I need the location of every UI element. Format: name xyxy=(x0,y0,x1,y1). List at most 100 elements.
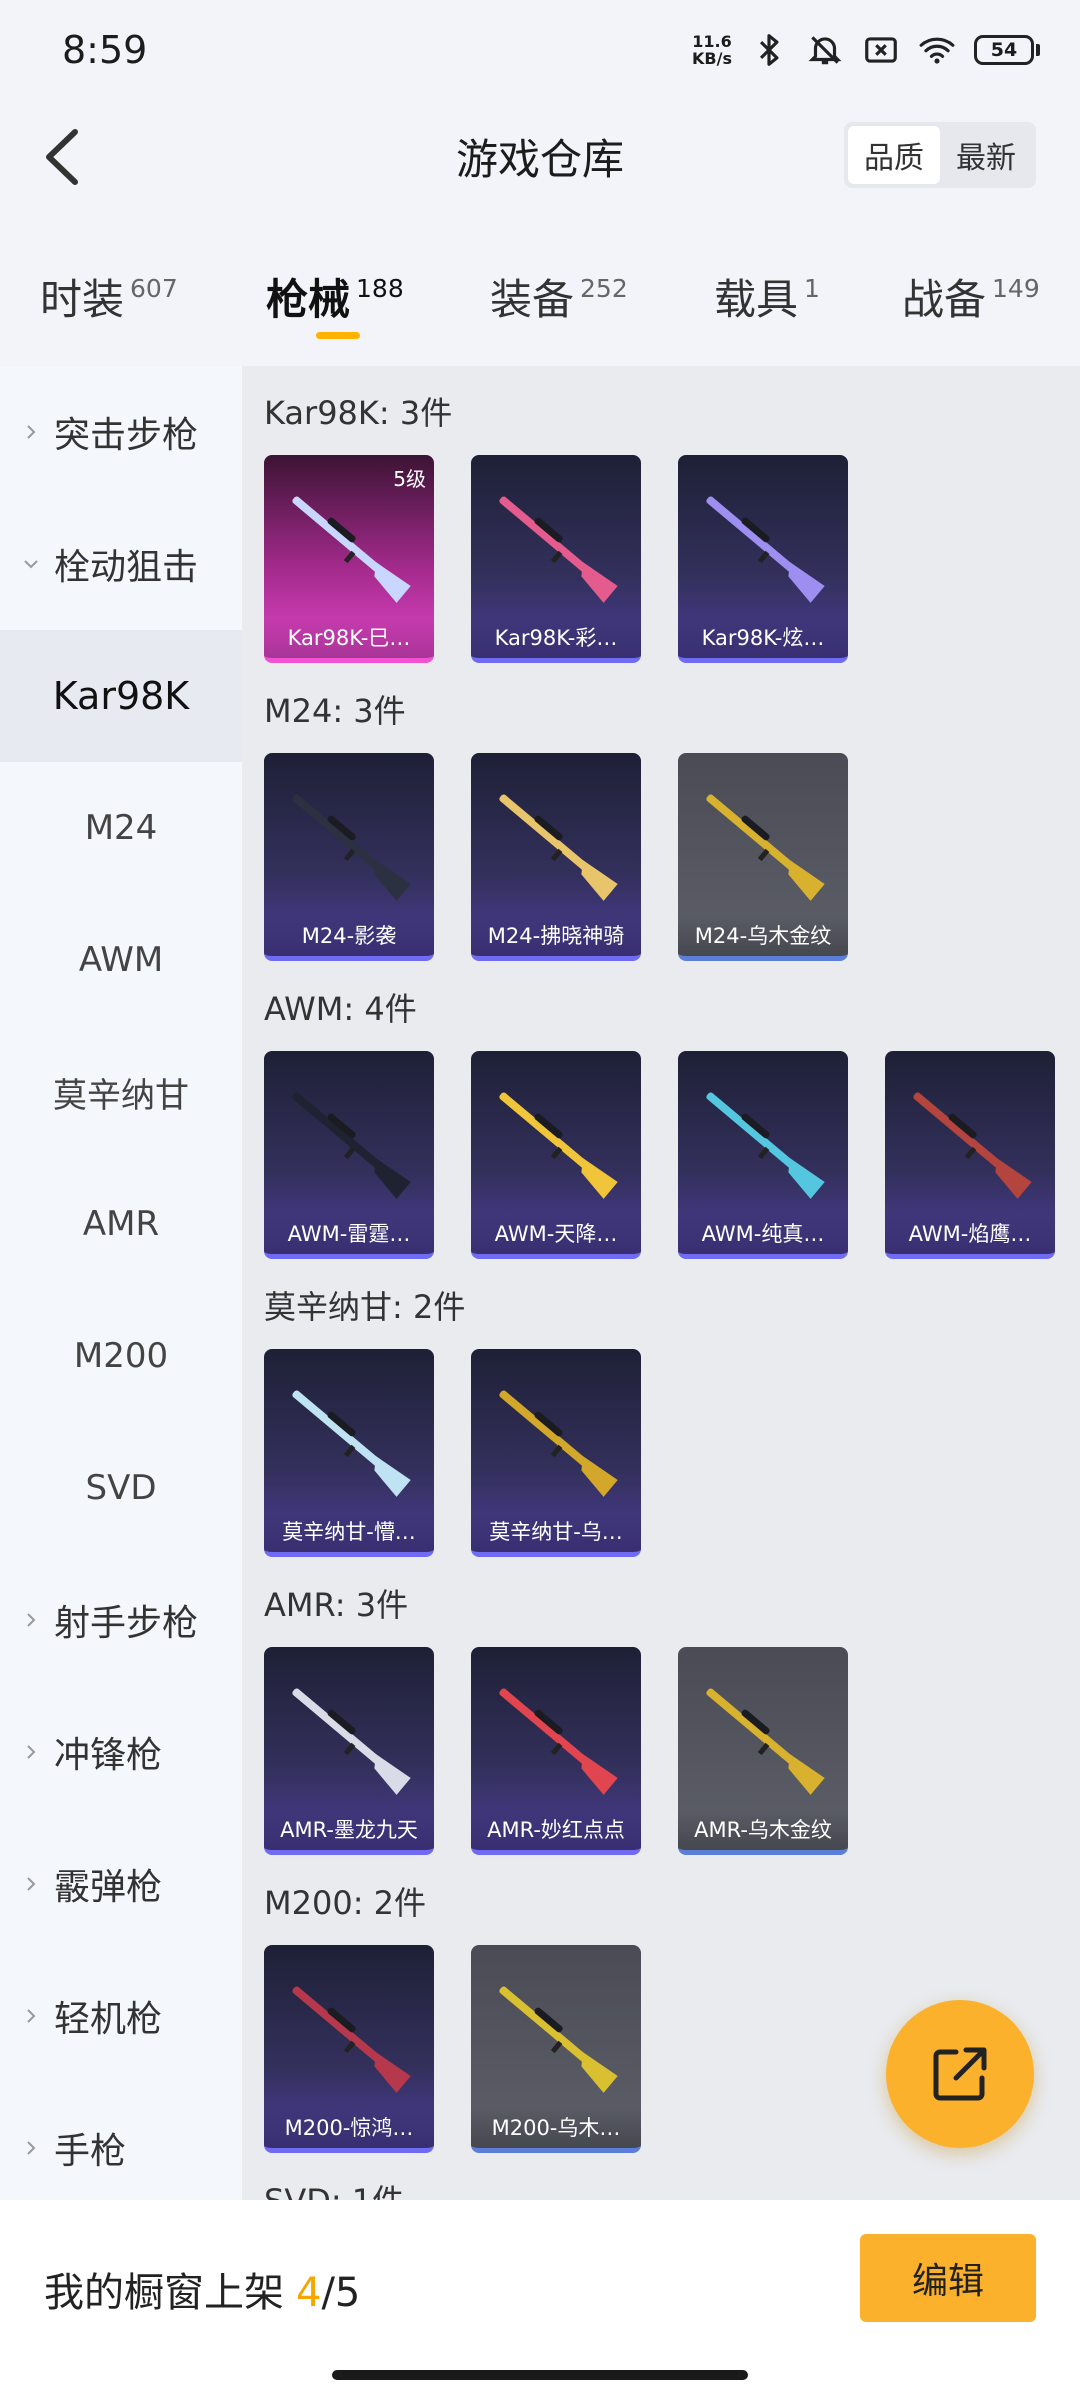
sidebar-item-awm[interactable]: AWM xyxy=(0,894,242,1026)
tab-vehicles[interactable]: 载具 1 xyxy=(714,266,820,327)
home-indicator[interactable] xyxy=(332,2370,748,2380)
showcase-current-count: 4 xyxy=(296,2270,322,2316)
weapon-skin-card[interactable]: AMR-乌木金纹 xyxy=(678,1647,848,1855)
group-title: 莫辛纳甘: 2件 xyxy=(264,1288,466,1326)
sort-quality-option[interactable]: 品质 xyxy=(848,126,940,184)
weapon-skin-card[interactable]: AWM-纯真… xyxy=(678,1051,848,1259)
sidebar-item-amr[interactable]: AMR xyxy=(0,1158,242,1290)
weapon-skin-name: M200-乌木… xyxy=(471,2108,641,2148)
sidebar-item-svd[interactable]: SVD xyxy=(0,1422,242,1554)
tab-count: 607 xyxy=(130,274,178,303)
tab-weapons[interactable]: 枪械 188 xyxy=(266,266,404,339)
showcase-total-count: /5 xyxy=(321,2270,361,2316)
share-icon xyxy=(933,2047,987,2101)
weapon-skin-card[interactable]: 5级 Kar98K-巳… xyxy=(264,455,434,663)
group-title: Kar98K: 3件 xyxy=(264,394,453,432)
title-bar: 游戏仓库 品质 最新 xyxy=(0,100,1080,215)
tab-label: 枪械 xyxy=(266,275,351,324)
rifle-icon xyxy=(499,1092,618,1199)
tab-equipment[interactable]: 装备 252 xyxy=(490,266,628,327)
weapon-skin-card[interactable]: AMR-墨龙九天 xyxy=(264,1647,434,1855)
weapon-skin-name: M24-影袭 xyxy=(264,916,434,956)
status-time: 8:59 xyxy=(62,28,148,72)
bluetooth-icon xyxy=(759,34,779,66)
weapon-skin-card[interactable]: Kar98K-炫… xyxy=(678,455,848,663)
rifle-icon xyxy=(706,1688,825,1795)
sidebar-item-label: M24 xyxy=(84,808,158,848)
weapon-skin-card[interactable]: M24-拂晓神骑 xyxy=(471,753,641,961)
sidebar-item-smg[interactable]: 冲锋枪 xyxy=(0,1686,242,1818)
status-icons: 11.6 KB/s 54 xyxy=(692,31,1040,69)
sidebar-item-lmg[interactable]: 轻机枪 xyxy=(0,1950,242,2082)
sidebar-item-shotgun[interactable]: 霰弹枪 xyxy=(0,1818,242,1950)
sidebar-item-m24[interactable]: M24 xyxy=(0,762,242,894)
weapon-skin-name: AWM-雷霆… xyxy=(264,1214,434,1254)
sidebar-item-label: AWM xyxy=(78,940,164,980)
weapon-skin-card[interactable]: AWM-焰鹰… xyxy=(885,1051,1055,1259)
weapon-skin-name: AWM-天降… xyxy=(471,1214,641,1254)
weapon-skin-name: 莫辛纳甘-懵… xyxy=(264,1512,434,1552)
sidebar-item-label: 突击步枪 xyxy=(54,415,199,456)
chevron-right-icon xyxy=(27,1613,36,1627)
showcase-status: 我的橱窗上架 4 /5 xyxy=(44,2260,360,2318)
rifle-icon xyxy=(706,794,825,901)
chevron-right-icon xyxy=(27,425,36,439)
tab-fashion[interactable]: 时装 607 xyxy=(40,266,178,327)
weapon-skin-card[interactable]: M200-惊鸿… xyxy=(264,1945,434,2153)
sidebar-item-m200[interactable]: M200 xyxy=(0,1290,242,1422)
weapon-grid: Kar98K: 3件 5级 Kar98K-巳… Kar98K-彩… Kar98K-炫… M… xyxy=(242,366,1080,2200)
tab-label: 战备 xyxy=(902,275,987,324)
weapon-skin-card[interactable]: M200-乌木… xyxy=(471,1945,641,2153)
battery-level: 54 xyxy=(974,35,1034,65)
sidebar-item-label: 轻机枪 xyxy=(54,1999,163,2040)
rifle-icon xyxy=(292,1688,411,1795)
edit-button[interactable]: 编辑 xyxy=(860,2234,1036,2322)
network-speed-value: 11.6 xyxy=(692,32,732,51)
weapon-skin-card[interactable]: 莫辛纳甘-乌… xyxy=(471,1349,641,1557)
tab-count: 188 xyxy=(356,274,404,303)
chevron-right-icon xyxy=(27,2141,36,2155)
group-title: SVD: 1件 xyxy=(264,2176,404,2200)
sidebar-item-label: 栓动狙击 xyxy=(54,547,199,588)
sidebar-item-label: 霰弹枪 xyxy=(54,1867,163,1908)
rifle-icon xyxy=(292,794,411,901)
weapon-skin-name: AMR-墨龙九天 xyxy=(264,1810,434,1850)
chevron-right-icon xyxy=(27,1745,36,1759)
status-bar: 8:59 11.6 KB/s 54 xyxy=(0,0,1080,100)
network-speed-unit: KB/s xyxy=(692,49,732,68)
tab-supplies[interactable]: 战备 149 xyxy=(902,266,1040,327)
group-title: AMR: 3件 xyxy=(264,1586,409,1624)
weapon-skin-card[interactable]: AWM-雷霆… xyxy=(264,1051,434,1259)
sidebar-item-mosin[interactable]: 莫辛纳甘 xyxy=(0,1026,242,1158)
share-button[interactable] xyxy=(886,2000,1034,2148)
weapon-skin-card[interactable]: AMR-妙红点点 xyxy=(471,1647,641,1855)
battery-icon: 54 xyxy=(974,35,1040,65)
weapon-skin-card[interactable]: M24-乌木金纹 xyxy=(678,753,848,961)
weapon-skin-card[interactable]: 莫辛纳甘-懵… xyxy=(264,1349,434,1557)
rifle-icon xyxy=(913,1092,1032,1199)
chevron-down-icon xyxy=(24,560,38,569)
rifle-icon xyxy=(499,1390,618,1497)
weapon-type-sidebar: 突击步枪 栓动狙击 Kar98K M24 AWM 莫辛纳甘 AMR M200 S… xyxy=(0,366,242,2200)
mute-bell-icon xyxy=(808,36,842,65)
group-title: AWM: 4件 xyxy=(264,990,417,1028)
weapon-skin-card[interactable]: AWM-天降… xyxy=(471,1051,641,1259)
weapon-skin-card[interactable]: Kar98K-彩… xyxy=(471,455,641,663)
sidebar-item-pistol[interactable]: 手枪 xyxy=(0,2082,242,2214)
sidebar-item-marksman-rifle[interactable]: 射手步枪 xyxy=(0,1554,242,1686)
wifi-icon xyxy=(919,37,955,64)
level-badge: 5级 xyxy=(393,467,426,491)
weapon-skin-name: 莫辛纳甘-乌… xyxy=(471,1512,641,1552)
category-tabs: 时装 607 枪械 188 装备 252 载具 1 战备 149 xyxy=(0,238,1080,358)
sidebar-item-assault-rifle[interactable]: 突击步枪 xyxy=(0,366,242,498)
weapon-skin-card[interactable]: M24-影袭 xyxy=(264,753,434,961)
sort-newest-option[interactable]: 最新 xyxy=(940,126,1032,184)
sidebar-item-label: Kar98K xyxy=(52,674,190,718)
weapon-skin-name: Kar98K-炫… xyxy=(678,618,848,658)
active-tab-indicator xyxy=(316,332,360,339)
sidebar-item-kar98k[interactable]: Kar98K xyxy=(0,630,242,762)
sidebar-item-bolt-sniper[interactable]: 栓动狙击 xyxy=(0,498,242,630)
rifle-icon xyxy=(292,1092,411,1199)
sidebar-item-label: 手枪 xyxy=(54,2131,127,2172)
group-title: M200: 2件 xyxy=(264,1884,427,1922)
